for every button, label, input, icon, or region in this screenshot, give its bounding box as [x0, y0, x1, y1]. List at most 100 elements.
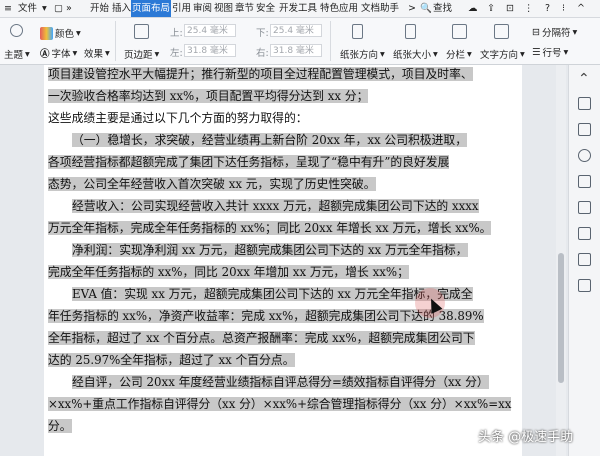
text-line-content: 净利润：实现净利润 xx 万元，超额完成集团公司下达的 xx 万元全年指标，: [72, 243, 468, 257]
expand-up-icon[interactable]: ⌃: [578, 72, 591, 86]
chevron-down-icon: ▾: [154, 48, 160, 60]
text-line[interactable]: 净利润：实现净利润 xx 万元，超额完成集团公司下达的 xx 万元全年指标，: [48, 239, 518, 261]
text-line-content: 经自评，公司 20xx 年度经营业绩指标自评总得分=绩效指标自评得分（xx 分）: [72, 375, 489, 389]
theme-icon[interactable]: [10, 24, 23, 37]
theme-button[interactable]: 主题 ▾: [4, 47, 30, 62]
separator-icon: ⁝: [562, 3, 566, 14]
settings-icon[interactable]: [578, 175, 591, 188]
tab-page-layout[interactable]: 页面布局: [131, 0, 172, 17]
top-margin-input[interactable]: 25.4 毫米: [184, 24, 236, 37]
document-text[interactable]: 项目建设管控水平大幅提升；推行新型的项目全过程配置管理模式，项目及时率、 一次验收…: [48, 63, 518, 437]
collapse-ribbon-icon[interactable]: ^: [577, 0, 585, 17]
search-icon[interactable]: 🔍: [420, 0, 432, 17]
text-line[interactable]: 全年指标，超过了 xx 个百分点。总资产报酬率：完成 xx%，超额完成集团公司下: [48, 327, 518, 349]
text-line[interactable]: 各项经营指标都超额完成了集团下达任务指标，呈现了“稳中有升”的良好发展: [48, 151, 518, 173]
share-doc-icon[interactable]: [578, 253, 591, 266]
text-line[interactable]: 态势，公司全年经营收入首次突破 xx 元，实现了历史性突破。: [48, 173, 518, 195]
text-line[interactable]: 项目建设管控水平大幅提升；推行新型的项目全过程配置管理模式，项目及时率、: [48, 63, 518, 85]
tab-special-apps[interactable]: 特色应用: [320, 0, 358, 17]
text-line[interactable]: 经营收入：公司实现经营收入共计 xxxx 万元，超额完成集团公司下达的 xxxx: [48, 195, 518, 217]
tab-chapter[interactable]: 章节: [235, 0, 254, 17]
tab-security[interactable]: 安全: [256, 0, 275, 17]
text-line-content: EVA 值：实现 xx 万元，超额完成集团公司下达的 xx 万元全年指标，完成全: [72, 287, 473, 301]
font-icon: Ⓐ: [40, 49, 50, 60]
text-line[interactable]: （一）稳增长，求突破，经营业绩再上新台阶 20xx 年，xx 公司积极进取，: [48, 129, 518, 151]
text-line-content: ×xx%+重点工作指标自评得分（xx 分）×xx%+综合管理指标得分（xx 分）…: [48, 397, 512, 411]
cloud-icon[interactable]: ☁: [468, 0, 478, 17]
delimiter-icon: ⊟: [532, 26, 540, 38]
save-icon[interactable]: ▢: [54, 0, 63, 17]
expand-icon[interactable]: >: [408, 0, 416, 17]
text-line-content: （一）稳增长，求突破，经营业绩再上新台阶 20xx 年，xx 公司积极进取，: [72, 133, 467, 147]
text-line[interactable]: 这些成绩主要是通过以下几个方面的努力取得的：: [48, 107, 518, 129]
text-line[interactable]: 经自评，公司 20xx 年度经营业绩指标自评总得分=绩效指标自评得分（xx 分）: [48, 371, 518, 393]
text-line[interactable]: 达的 25.97%全年指标，超过了 xx 个百分点。: [48, 349, 518, 371]
text-line[interactable]: 完成全年任务指标的 xx%，同比 20xx 年增加 xx 万元，增长 xx%；: [48, 261, 518, 283]
backup-icon[interactable]: [578, 227, 591, 240]
columns-icon[interactable]: [452, 24, 467, 39]
color-button[interactable]: 颜色 ▾: [40, 26, 81, 40]
text-line[interactable]: ×xx%+重点工作指标自评得分（xx 分）×xx%+综合管理指标得分（xx 分）…: [48, 393, 518, 415]
orientation-button[interactable]: 纸张方向 ▾: [340, 47, 385, 62]
style-pane-icon[interactable]: [578, 97, 591, 110]
navigation-icon[interactable]: [578, 149, 591, 162]
format-icon[interactable]: [578, 123, 591, 136]
text-line-content: 达的 25.97%全年指标，超过了 xx 个百分点。: [48, 353, 295, 367]
page-margin-button[interactable]: 页边距 ▾: [124, 47, 160, 62]
more-icon[interactable]: »: [66, 0, 72, 17]
text-line-content: 经营收入：公司实现经营收入共计 xxxx 万元，超额完成集团公司下达的 xxxx: [72, 199, 479, 213]
font-button[interactable]: Ⓐ 字体 ▾: [40, 46, 78, 61]
pin-icon[interactable]: ⊡: [506, 0, 514, 17]
top-margin-label: 上:: [170, 28, 183, 39]
text-line-content: 完成全年任务指标的 xx%，同比 20xx 年增加 xx 万元，增长 xx%；: [48, 265, 409, 279]
text-line[interactable]: 年任务指标的 xx%，净资产收益率：完成 xx%，超额完成集团公司下达的 38.…: [48, 305, 518, 327]
more-options-icon[interactable]: ⋮: [524, 0, 534, 17]
page-margin-icon[interactable]: [134, 24, 149, 39]
tab-review[interactable]: 审阅: [193, 0, 212, 17]
text-line[interactable]: 万元全年指标，完成全年任务指标的 xx%；同比 20xx 年增长 xx 万元，增…: [48, 217, 518, 239]
left-margin-input[interactable]: 31.8 毫米: [184, 44, 236, 57]
document-page[interactable]: 项目建设管控水平大幅提升；推行新型的项目全过程配置管理模式，项目及时率、 一次验收…: [44, 65, 522, 456]
text-direction-icon[interactable]: [494, 24, 509, 39]
search-button[interactable]: 查找: [433, 0, 452, 17]
share-icon[interactable]: ⇪: [487, 0, 495, 17]
chevron-down-icon: ▾: [563, 46, 569, 58]
text-direction-button[interactable]: 文字方向 ▾: [480, 47, 525, 62]
text-line-content: 项目建设管控水平大幅提升；推行新型的项目全过程配置管理模式，项目及时率、: [48, 67, 473, 81]
paper-size-button[interactable]: 纸张大小 ▾: [393, 47, 438, 62]
tab-file[interactable]: 文件: [18, 0, 37, 17]
text-line[interactable]: 分。: [48, 415, 518, 437]
help-icon[interactable]: ?: [545, 0, 550, 17]
right-margin-input[interactable]: 31.8 毫米: [270, 44, 322, 57]
tab-developer[interactable]: 开发工具: [279, 0, 317, 17]
paper-size-icon[interactable]: [405, 24, 416, 39]
ribbon-toolbar: 主题 ▾ 颜色 ▾ Ⓐ 字体 ▾ 效果 ▾ 页边距 ▾ 上: 25.4 毫米 左: 31.8…: [0, 18, 600, 65]
tab-insert[interactable]: 插入: [112, 0, 131, 17]
chevron-down-icon: ▾: [72, 47, 78, 59]
text-line-content: 一次验收合格率均达到 xx%，项目配置平均得分达到 xx 分；: [48, 89, 369, 103]
chevron-down-icon: ▾: [467, 48, 472, 60]
chevron-down-icon: ▾: [380, 48, 385, 60]
scrollbar-thumb[interactable]: [558, 253, 564, 383]
tab-doc-assistant[interactable]: 文档助手: [361, 0, 399, 17]
chevron-down-icon: ▾: [105, 47, 110, 59]
tab-home[interactable]: 开始: [90, 0, 109, 17]
tab-references[interactable]: 引用: [172, 0, 191, 17]
bottom-margin-input[interactable]: 25.4 毫米: [270, 24, 322, 37]
translate-icon[interactable]: [578, 201, 591, 214]
orientation-icon[interactable]: [352, 24, 363, 39]
chevron-down-icon[interactable]: ▾: [42, 0, 47, 17]
effect-button[interactable]: 效果 ▾: [84, 46, 110, 61]
chevron-down-icon: ▾: [572, 26, 578, 38]
ribbon-tab-bar: ≡ 文件 ▾ ▢ » 开始 插入 页面布局 引用 审阅 视图 章节 安全 开发工…: [0, 0, 600, 18]
text-line[interactable]: EVA 值：实现 xx 万元，超额完成集团公司下达的 xx 万元全年指标，完成全: [48, 283, 518, 305]
menu-icon[interactable]: ≡: [4, 0, 12, 17]
tab-view[interactable]: 视图: [214, 0, 233, 17]
text-line[interactable]: 一次验收合格率均达到 xx%，项目配置平均得分达到 xx 分；: [48, 85, 518, 107]
line-number-button[interactable]: ☰ 行号 ▾: [532, 45, 569, 60]
more-tools-icon[interactable]: [578, 279, 591, 292]
vertical-scrollbar[interactable]: [556, 65, 566, 456]
chevron-down-icon: ▾: [25, 48, 30, 60]
delimiter-button[interactable]: ⊟ 分隔符 ▾: [532, 25, 578, 40]
columns-button[interactable]: 分栏 ▾: [446, 47, 472, 62]
